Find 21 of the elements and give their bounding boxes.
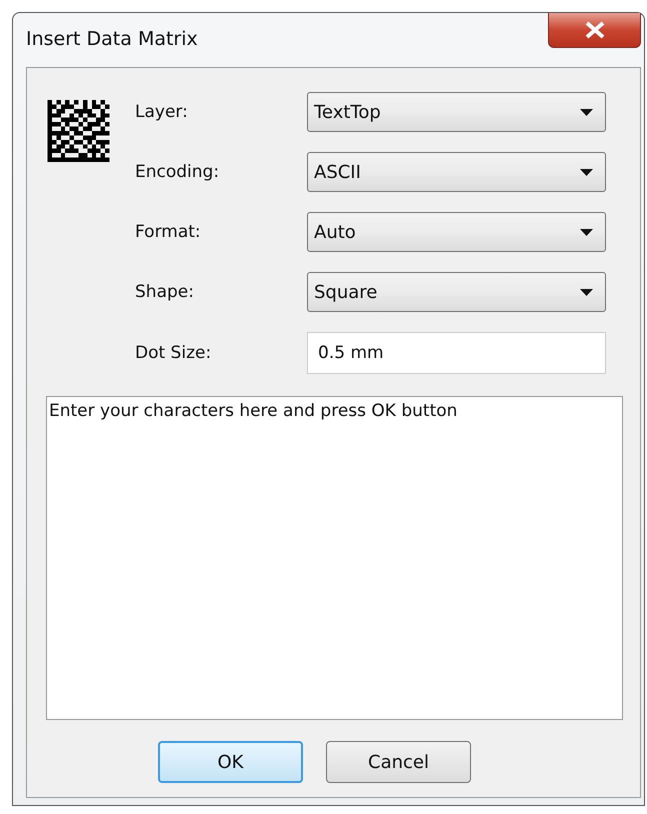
data-matrix-icon [46, 100, 111, 162]
input-field[interactable]: 0.5 mm [307, 332, 606, 374]
field-label: Layer: [135, 102, 189, 122]
text-area[interactable]: Enter your characters here and press OK button [46, 396, 623, 720]
dialog-button[interactable]: OK [158, 741, 303, 783]
caret-icon [580, 228, 593, 236]
field-label: Format: [135, 222, 202, 242]
dropdown[interactable]: Auto [307, 212, 606, 252]
caret-icon [580, 108, 593, 116]
dropdown[interactable]: Square [307, 272, 606, 312]
caret-icon [580, 168, 593, 176]
dropdown[interactable]: ASCII [307, 152, 606, 192]
window-title: Insert Data Matrix [26, 28, 198, 50]
field-label: Encoding: [135, 162, 220, 182]
dropdown[interactable]: TextTop [307, 92, 606, 132]
close-icon [584, 21, 606, 39]
field-label: Dot Size: [135, 343, 212, 363]
field-label: Shape: [135, 282, 195, 302]
caret-icon [580, 288, 593, 296]
dialog-button[interactable]: Cancel [326, 741, 471, 783]
close-button[interactable] [548, 13, 641, 48]
